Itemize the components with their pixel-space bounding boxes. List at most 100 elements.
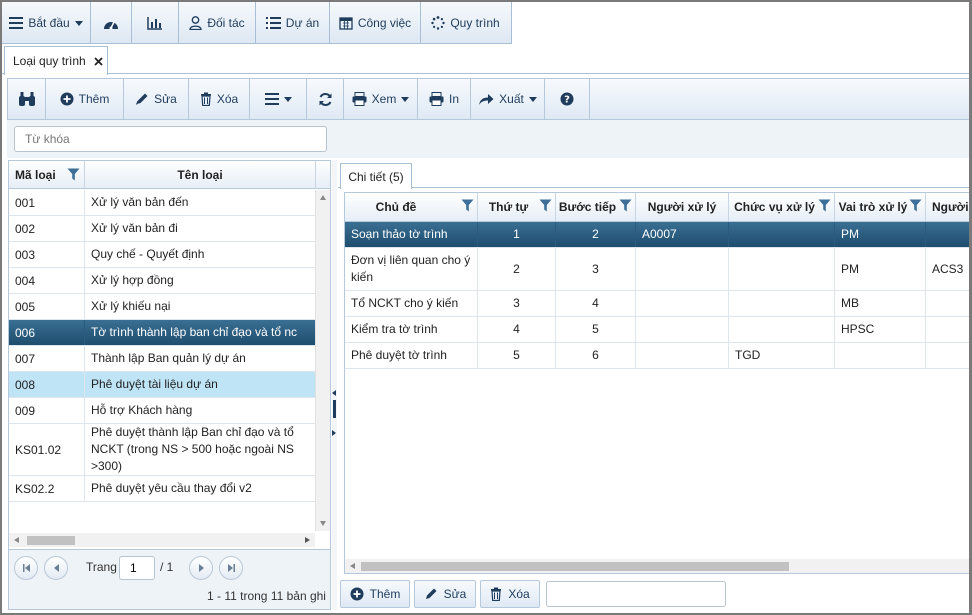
help-button[interactable]: ? xyxy=(545,79,590,119)
more-menu-button[interactable] xyxy=(250,79,307,119)
workflow-label: Quy trình xyxy=(450,16,500,30)
table-row[interactable]: Tổ NCKT cho ý kiến 3 4 MB xyxy=(345,291,969,317)
scrollbar-thumb[interactable] xyxy=(27,536,75,545)
table-row[interactable]: 005 Xử lý khiếu nại xyxy=(9,294,315,320)
collapse-right-icon[interactable] xyxy=(332,430,336,436)
filter-icon[interactable] xyxy=(619,199,632,212)
column-header-next-step[interactable]: Bước tiếp xyxy=(556,193,636,221)
scroll-left-icon[interactable] xyxy=(14,537,19,543)
table-row[interactable]: KS02.2 Phê duyệt yêu cầu thay đổi v2 xyxy=(9,476,315,502)
printer-icon xyxy=(429,92,444,106)
keyword-search-input[interactable] xyxy=(14,126,327,152)
table-row[interactable]: 001 Xử lý văn bản đến xyxy=(9,190,315,216)
filter-icon[interactable] xyxy=(818,199,831,212)
chevron-down-icon xyxy=(528,96,537,102)
cell-position xyxy=(729,317,835,342)
column-header-topic[interactable]: Chủ đề xyxy=(345,193,478,221)
splitter-handle[interactable] xyxy=(333,400,336,418)
table-row[interactable]: 004 Xử lý hợp đồng xyxy=(9,268,315,294)
table-row[interactable]: Phê duyệt tờ trình 5 6 TGD xyxy=(345,343,969,369)
export-label: Xuất xyxy=(499,92,524,106)
scroll-right-icon[interactable] xyxy=(305,537,310,543)
tasks-button[interactable]: Công việc xyxy=(330,2,421,44)
next-page-button[interactable] xyxy=(189,556,213,580)
detail-edit-button[interactable]: Sửa xyxy=(414,580,476,608)
table-row[interactable]: 002 Xử lý văn bản đi xyxy=(9,216,315,242)
partners-button[interactable]: Đối tác xyxy=(179,2,256,44)
table-row[interactable]: Đơn vị liên quan cho ý kiến 2 3 PM ACS3 xyxy=(345,248,969,291)
start-menu-button[interactable]: Bắt đầu xyxy=(2,2,91,44)
detail-text-input[interactable] xyxy=(546,581,726,607)
table-row[interactable]: 009 Hỗ trợ Khách hàng xyxy=(9,398,315,424)
dashboard-button[interactable] xyxy=(91,2,132,44)
column-header-code[interactable]: Mã loại xyxy=(9,161,85,188)
start-menu-label: Bắt đầu xyxy=(28,16,70,30)
collapse-left-icon[interactable] xyxy=(332,390,336,396)
report-button[interactable] xyxy=(132,2,179,44)
tab-details[interactable]: Chi tiết (5) xyxy=(340,163,412,189)
grid-body: 001 Xử lý văn bản đến 002 Xử lý văn bản đi… xyxy=(9,190,315,502)
filter-icon[interactable] xyxy=(67,168,80,181)
edit-button[interactable]: Sửa xyxy=(124,79,189,119)
tab-workflow-types[interactable]: Loại quy trình xyxy=(4,46,108,75)
column-header-order[interactable]: Thứ tự xyxy=(478,193,556,221)
column-header-name[interactable]: Tên loại xyxy=(85,161,315,188)
page-label: Trang xyxy=(86,560,117,574)
pane-splitter[interactable] xyxy=(332,160,337,610)
search-toggle-button[interactable] xyxy=(8,79,46,119)
print-button[interactable]: In xyxy=(418,79,471,119)
workflow-type-grid: Mã loại Tên loại 001 Xử lý văn bản đến 00… xyxy=(8,160,331,610)
prev-page-button[interactable] xyxy=(44,556,68,580)
column-header-other[interactable]: Người xyxy=(926,193,969,221)
filter-icon[interactable] xyxy=(461,199,474,212)
column-header-position[interactable]: Chức vụ xử lý xyxy=(729,193,835,221)
trash-icon xyxy=(200,92,211,106)
table-row[interactable]: Kiểm tra tờ trình 4 5 HPSC xyxy=(345,317,969,343)
horizontal-scrollbar[interactable] xyxy=(9,533,315,547)
projects-button[interactable]: Dự án xyxy=(256,2,330,44)
refresh-button[interactable] xyxy=(307,79,344,119)
scroll-down-icon[interactable] xyxy=(320,521,326,526)
cell-code: 009 xyxy=(9,398,85,423)
detail-delete-button[interactable]: Xóa xyxy=(480,580,540,608)
first-page-button[interactable] xyxy=(14,556,38,580)
export-button[interactable]: Xuất xyxy=(471,79,545,119)
column-header-role[interactable]: Vai trò xử lý xyxy=(835,193,926,221)
cell-name: Thành lập Ban quản lý dự án xyxy=(91,351,246,365)
view-button[interactable]: Xem xyxy=(344,79,418,119)
add-button[interactable]: Thêm xyxy=(46,79,124,119)
workflow-button[interactable]: Quy trình xyxy=(421,2,510,44)
detail-add-label: Thêm xyxy=(369,587,401,601)
last-page-button[interactable] xyxy=(219,556,243,580)
delete-button[interactable]: Xóa xyxy=(189,79,250,119)
horizontal-scrollbar[interactable] xyxy=(345,559,969,573)
scrollbar-thumb[interactable] xyxy=(361,562,789,571)
scroll-left-icon[interactable] xyxy=(350,563,355,569)
filter-icon[interactable] xyxy=(909,199,922,212)
page-number-input[interactable] xyxy=(119,556,155,580)
cell-position xyxy=(729,222,835,247)
page-total: / 1 xyxy=(160,560,174,574)
table-row[interactable]: 007 Thành lập Ban quản lý dự án xyxy=(9,346,315,372)
app-window: Bắt đầu Đối tác Dự án Công việc Quy trìn… xyxy=(0,0,972,615)
table-row-selected[interactable]: 006 Tờ trình thành lập ban chỉ đạo và tổ … xyxy=(9,320,315,346)
main-toolbar: Thêm Sửa Xóa Xem In Xuất ? xyxy=(7,78,969,120)
detail-action-bar: Thêm Sửa Xóa xyxy=(340,578,969,610)
cell-order: 3 xyxy=(478,291,556,316)
grid-header: Mã loại Tên loại xyxy=(9,161,315,189)
detail-add-button[interactable]: Thêm xyxy=(340,580,410,608)
close-icon[interactable] xyxy=(94,56,103,66)
scroll-up-icon[interactable] xyxy=(320,195,326,200)
table-row-selected[interactable]: Soạn thảo tờ trình 1 2 A0007 PM xyxy=(345,222,969,248)
vertical-scrollbar[interactable] xyxy=(315,190,330,531)
table-row[interactable]: 003 Quy chế - Quyết định xyxy=(9,242,315,268)
cell-name: Xử lý hợp đồng xyxy=(91,273,174,287)
delete-label: Xóa xyxy=(216,92,239,106)
pager: Trang / 1 1 - 11 trong 11 bản ghi xyxy=(9,549,330,609)
table-row-hovered[interactable]: 008 Phê duyệt tài liệu dự án xyxy=(9,372,315,398)
projects-label: Dự án xyxy=(285,16,320,30)
table-row[interactable]: KS01.02 Phê duyệt thành lập Ban chỉ đạo v… xyxy=(9,424,315,476)
share-icon xyxy=(479,93,494,105)
column-header-handler[interactable]: Người xử lý xyxy=(636,193,729,221)
filter-icon[interactable] xyxy=(539,199,552,212)
